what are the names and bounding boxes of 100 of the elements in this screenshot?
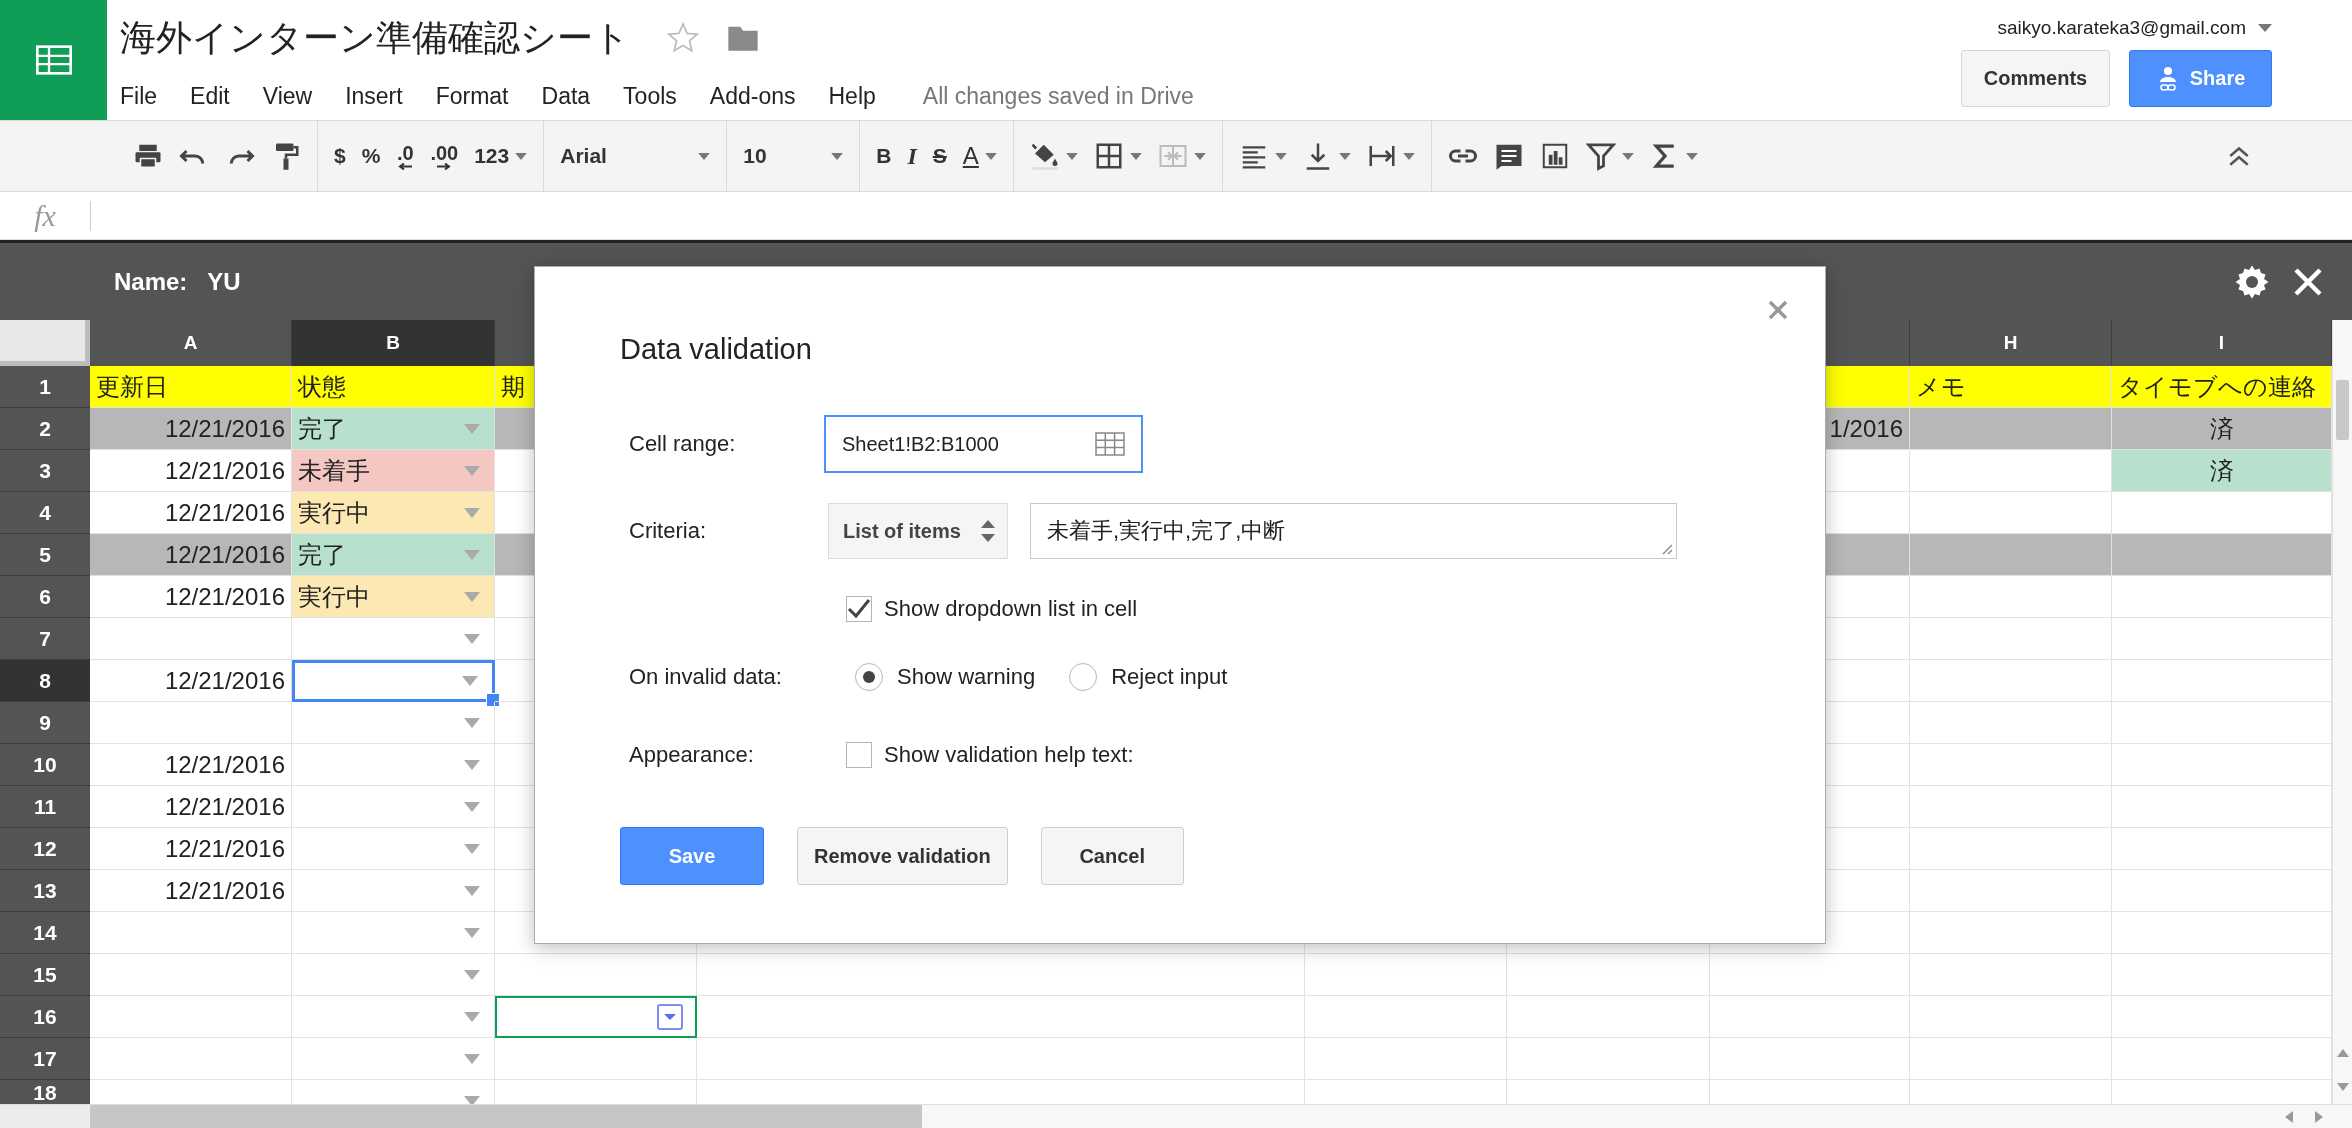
menu-item[interactable]: Insert: [345, 82, 403, 110]
dropdown-arrow-icon[interactable]: [464, 1095, 480, 1104]
dropdown-arrow-icon[interactable]: [464, 549, 480, 560]
star-icon[interactable]: [666, 21, 700, 55]
row-header[interactable]: 9: [0, 702, 90, 744]
comments-button[interactable]: Comments: [1961, 50, 2110, 107]
column-header[interactable]: H: [1910, 320, 2112, 366]
vertical-scrollbar[interactable]: [2332, 320, 2352, 1104]
dropdown-arrow-icon[interactable]: [464, 1053, 480, 1064]
dropdown-arrow-icon[interactable]: [464, 885, 480, 896]
menu-item[interactable]: Edit: [190, 82, 230, 110]
dropdown-arrow-icon[interactable]: [464, 633, 480, 644]
scrollbar-thumb[interactable]: [2336, 380, 2349, 440]
dropdown-arrow-icon[interactable]: [464, 759, 480, 770]
table-cell[interactable]: 済: [2112, 450, 2332, 492]
text-color-button[interactable]: A: [954, 132, 1005, 180]
scroll-down-icon[interactable]: [2336, 1082, 2349, 1092]
table-cell[interactable]: 実行中: [292, 492, 495, 534]
criteria-dropdown[interactable]: List of items: [828, 503, 1008, 559]
increase-decimals-button[interactable]: .00: [422, 132, 467, 180]
scroll-left-icon[interactable]: [2284, 1110, 2294, 1123]
currency-button[interactable]: $: [326, 132, 354, 180]
account-email[interactable]: saikyo.karateka3@gmail.com: [1997, 17, 2246, 39]
decrease-decimals-button[interactable]: .0: [388, 132, 423, 180]
row-header[interactable]: 4: [0, 492, 90, 534]
table-cell[interactable]: 完了: [292, 408, 495, 450]
table-cell[interactable]: 実行中: [292, 576, 495, 618]
row-header[interactable]: 7: [0, 618, 90, 660]
row-header[interactable]: 2: [0, 408, 90, 450]
items-field[interactable]: 未着手,実行中,完了,中断: [1030, 503, 1677, 559]
row-header[interactable]: 5: [0, 534, 90, 576]
row-header[interactable]: 18: [0, 1080, 90, 1104]
fill-handle[interactable]: [486, 693, 500, 707]
row-header[interactable]: 1: [0, 366, 90, 408]
dropdown-button[interactable]: [657, 1004, 683, 1030]
row-header[interactable]: 6: [0, 576, 90, 618]
menu-item[interactable]: Data: [541, 82, 591, 110]
column-header[interactable]: B: [292, 320, 495, 366]
dropdown-arrow-icon[interactable]: [464, 591, 480, 602]
dropdown-arrow-icon[interactable]: [464, 1011, 480, 1022]
menu-item[interactable]: File: [120, 82, 158, 110]
dropdown-arrow-icon[interactable]: [464, 927, 480, 938]
range-field[interactable]: Sheet1!B2:B1000: [824, 415, 1143, 473]
menu-item[interactable]: Format: [435, 82, 509, 110]
checkbox[interactable]: [846, 596, 872, 622]
menu-item[interactable]: Add-ons: [709, 82, 796, 110]
table-cell[interactable]: 完了: [292, 534, 495, 576]
dropdown-arrow-icon[interactable]: [464, 465, 480, 476]
menu-item[interactable]: Help: [828, 82, 876, 110]
dropdown-arrow-icon[interactable]: [464, 423, 480, 434]
dropdown-arrow-icon[interactable]: [464, 507, 480, 518]
row-header[interactable]: 17: [0, 1038, 90, 1080]
menu-item[interactable]: View: [262, 82, 313, 110]
row-header[interactable]: 10: [0, 744, 90, 786]
dropdown-arrow-icon[interactable]: [464, 843, 480, 854]
row-header[interactable]: 11: [0, 786, 90, 828]
checkbox-label[interactable]: Show dropdown list in cell: [884, 596, 1138, 622]
font-dropdown[interactable]: Arial: [552, 132, 719, 180]
grid-icon[interactable]: [1095, 431, 1125, 457]
dropdown-arrow-icon[interactable]: [464, 717, 480, 728]
document-title[interactable]: 海外インターン準備確認シート: [120, 13, 630, 63]
checkbox[interactable]: [846, 742, 872, 768]
cell-text: 12/21/2016: [163, 876, 285, 905]
settings-icon[interactable]: [2234, 263, 2270, 300]
dialog-button[interactable]: Remove validation: [797, 827, 1008, 885]
column-header[interactable]: A: [90, 320, 292, 366]
row-header[interactable]: 3: [0, 450, 90, 492]
menu-item[interactable]: Tools: [623, 82, 677, 110]
italic-button[interactable]: I: [899, 132, 925, 180]
dropdown-arrow-icon[interactable]: [464, 801, 480, 812]
row-header[interactable]: 16: [0, 996, 90, 1038]
scroll-up-icon[interactable]: [2336, 1048, 2349, 1058]
table-cell[interactable]: [495, 996, 697, 1038]
folder-icon[interactable]: [726, 24, 760, 52]
radio-label[interactable]: Show warning: [897, 664, 1036, 690]
cell-text: 12/21/2016: [163, 582, 285, 611]
percent-button[interactable]: %: [353, 132, 389, 180]
strikethrough-button[interactable]: S: [924, 132, 955, 180]
radio-label[interactable]: Reject input: [1111, 664, 1228, 690]
dropdown-arrow-icon[interactable]: [464, 969, 480, 980]
row-header[interactable]: 13: [0, 870, 90, 912]
row-header[interactable]: 14: [0, 912, 90, 954]
checkbox-label[interactable]: Show validation help text:: [884, 742, 1134, 768]
row-header[interactable]: 8: [0, 660, 90, 702]
dialog-button[interactable]: Cancel: [1040, 827, 1184, 885]
scroll-right-icon[interactable]: [2314, 1110, 2324, 1123]
horizontal-scrollbar[interactable]: [0, 1104, 2352, 1128]
font-size-dropdown[interactable]: 10: [735, 132, 852, 180]
app-logo[interactable]: [0, 0, 107, 120]
caret-icon[interactable]: [2258, 24, 2272, 32]
select-all-corner[interactable]: [0, 320, 90, 366]
bold-button[interactable]: B: [868, 132, 900, 180]
row-header[interactable]: 15: [0, 954, 90, 996]
column-header[interactable]: I: [2112, 320, 2332, 366]
scrollbar-thumb[interactable]: [90, 1105, 922, 1128]
resize-handle-icon[interactable]: [1661, 543, 1673, 555]
number-format-button[interactable]: 123: [466, 132, 536, 180]
dropdown-arrow-icon[interactable]: [462, 676, 478, 686]
row-header[interactable]: 12: [0, 828, 90, 870]
table-cell[interactable]: 未着手: [292, 450, 495, 492]
